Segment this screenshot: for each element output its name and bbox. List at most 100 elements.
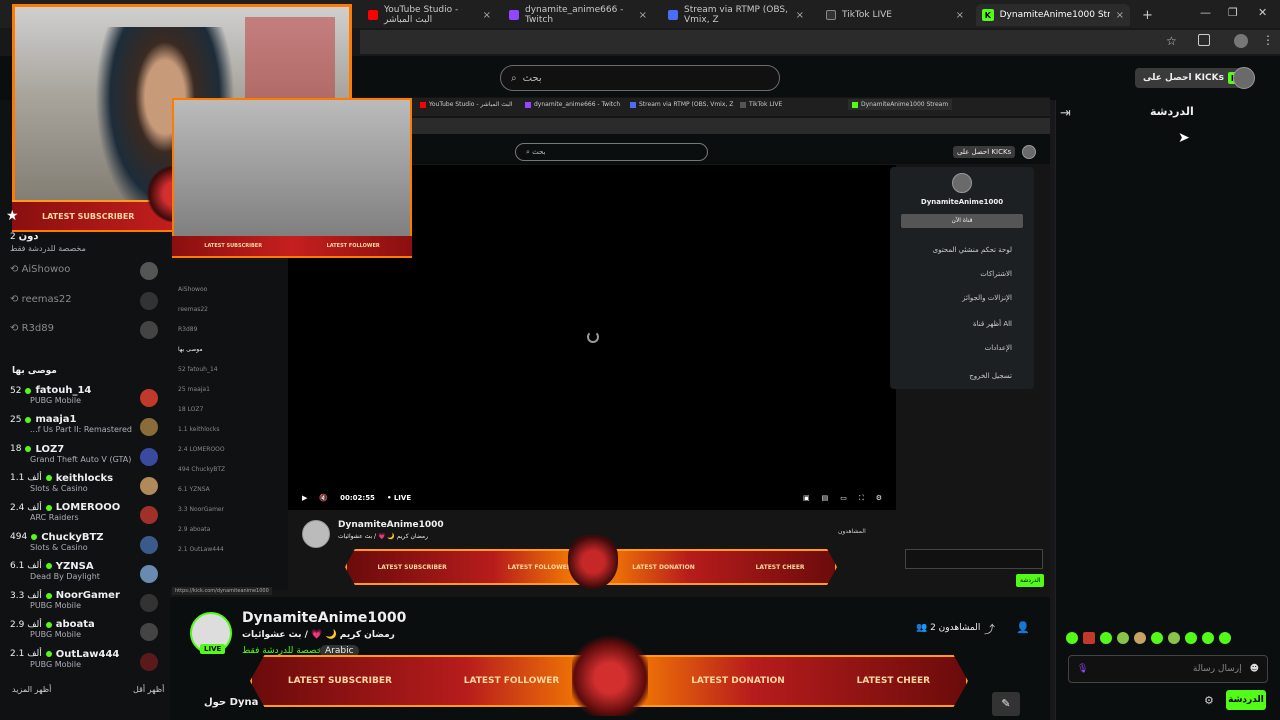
extensions-icon[interactable]: [1198, 34, 1210, 46]
viewer-count: 25: [10, 414, 22, 425]
viewer-count: 3.3 ألف: [10, 590, 42, 601]
channel-name: fatouh_14: [35, 385, 92, 396]
nested-tab: TikTok LIVE: [740, 101, 782, 108]
user-avatar[interactable]: [1233, 67, 1255, 89]
avatar: [140, 292, 158, 310]
nested-menu-item: لوحة تحكم منشئي المحتوى: [932, 246, 1012, 254]
tab-youtube-studio[interactable]: YouTube Studio - البث المباشر ×: [362, 4, 497, 26]
rtmp-icon: [668, 10, 678, 20]
sidebar-item-outlaw444[interactable]: 2.1 ألف OutLaw444 PUBG Mobile: [10, 649, 160, 669]
close-icon[interactable]: ×: [796, 10, 804, 21]
bookmark-star-icon[interactable]: ☆: [1166, 34, 1177, 48]
chat-panel: [1055, 100, 1280, 720]
emote-bar[interactable]: [1066, 632, 1266, 644]
channel-name: aboata: [55, 619, 95, 631]
mic-icon: 🎙: [1077, 664, 1089, 674]
share-icon[interactable]: ⤴: [984, 621, 995, 637]
nested-viewers: المشاهدون: [838, 528, 866, 535]
profile-icon[interactable]: [1234, 34, 1248, 48]
emote-icon: [1134, 632, 1146, 644]
close-icon[interactable]: ×: [483, 10, 491, 21]
tab-twitch[interactable]: dynamite_anime666 - Twitch ×: [503, 4, 653, 26]
stream-category[interactable]: مخصصة للدردشة فقط: [242, 646, 327, 656]
channel-category: ARC Raiders: [30, 513, 79, 523]
sidebar-item-chuckybtz[interactable]: 494 ChuckyBTZ Slots & Casino: [10, 532, 160, 552]
address-bar[interactable]: [360, 30, 1280, 54]
close-icon[interactable]: ×: [1116, 10, 1124, 21]
sidebar-item-top[interactable]: 2 دون مخصصة للدردشة فقط: [10, 231, 86, 255]
play-icon: ▶: [302, 494, 308, 502]
clip-icon: ▣: [802, 494, 810, 502]
sidebar-item-loz7[interactable]: 18 LOZ7 Grand Theft Auto V (GTA): [10, 444, 160, 464]
collapse-chat-icon[interactable]: ⇥: [1060, 106, 1071, 121]
chat-input[interactable]: 🎙 إرسال رسالة ☻: [1068, 655, 1268, 683]
stream-name[interactable]: DynamiteAnime1000: [242, 610, 406, 626]
sidebar-item-noorgamer[interactable]: 3.3 ألف NoorGamer PUBG Mobile: [10, 590, 160, 610]
tab-kick[interactable]: K DynamiteAnime1000 Stream ×: [976, 4, 1130, 26]
channel-name: LOZ7: [35, 443, 65, 455]
twitch-icon: [509, 10, 519, 20]
tab-label: dynamite_anime666 - Twitch: [525, 5, 624, 25]
chat-settings-icon[interactable]: ⚙: [1204, 694, 1214, 707]
viewer-count: 2.9 ألف: [10, 619, 42, 630]
channel-category: PUBG Mobile: [30, 659, 82, 669]
follow-icon[interactable]: 👤: [1016, 621, 1030, 634]
channel-name: NoorGamer: [55, 590, 120, 602]
settings-icon: ⚙: [875, 494, 882, 502]
sidebar-item-aboata[interactable]: 2.9 ألف aboata PUBG Mobile: [10, 619, 160, 639]
viewer-count: 18: [10, 444, 22, 455]
avatar: [140, 535, 158, 554]
viewer-count: 2.4 ألف: [10, 502, 42, 513]
tab-label: TikTok LIVE: [842, 10, 892, 20]
menu-dots-icon[interactable]: ⋮: [1262, 33, 1274, 47]
avatar: [140, 389, 158, 407]
new-tab-button[interactable]: +: [1136, 4, 1156, 26]
get-kicks-button[interactable]: احصل على KICKs K: [1135, 68, 1248, 88]
channel-name: maaja1: [35, 414, 77, 426]
tiktok-icon: [826, 10, 836, 20]
sidebar-item-keithlocks[interactable]: 1.1 ألف keithlocks Slots & Casino: [10, 473, 160, 493]
nested-url-tooltip: https://kick.com/dynamiteanime1000: [172, 587, 272, 595]
channel-category: Grand Theft Auto V (GTA): [30, 454, 132, 464]
viewers-count: 👥 المشاهدون 2: [916, 623, 981, 633]
live-dot: [31, 534, 38, 540]
sidebar-item-r3d89[interactable]: ⟲ R3d89: [10, 323, 54, 334]
emote-icon: [1100, 632, 1112, 644]
channel-category: Slots & Casino: [30, 483, 88, 493]
theater-icon: ▤: [821, 494, 829, 502]
miniplayer-icon: ▭: [840, 494, 847, 502]
search-icon: ⌕: [511, 72, 517, 84]
nested-menu-item: الإعدادات: [984, 344, 1012, 352]
sidebar-item-fatouh_14[interactable]: 52 fatouh_14 PUBG Mobile: [10, 385, 160, 405]
emote-icon: [1117, 632, 1129, 644]
maximize-icon[interactable]: ❐: [1228, 6, 1238, 19]
window-close-icon[interactable]: ✕: [1258, 6, 1267, 19]
nested-time: 00:02:55: [340, 494, 375, 502]
sidebar-item-reemas22[interactable]: ⟲ reemas22: [10, 294, 72, 305]
close-icon[interactable]: ×: [639, 10, 647, 21]
recommended-heading: موصى بها: [12, 366, 57, 376]
live-dot: [45, 475, 52, 482]
tab-label: DynamiteAnime1000 Stream: [999, 10, 1110, 20]
chat-send-button[interactable]: الدردشة: [1226, 690, 1266, 710]
live-dot: [45, 651, 52, 658]
show-more-link[interactable]: أظهر المزيد: [12, 685, 51, 694]
search-input[interactable]: ⌕ بحث: [500, 65, 780, 91]
fullscreen-icon: ⛶: [858, 493, 864, 502]
nested-stream-title: رمضان كريم 🌙 💗 / بث عشوائيات: [338, 533, 429, 540]
edit-icon[interactable]: ✎: [992, 692, 1020, 716]
sidebar-item-lomerooo[interactable]: 2.4 ألف LOMEROOO ARC Raiders: [10, 502, 160, 522]
show-less-link[interactable]: أظهر أقل: [133, 685, 164, 694]
nested-webcam: [172, 98, 412, 258]
sidebar-item-yznsa[interactable]: 6.1 ألف YZNSA Dead By Daylight: [10, 561, 160, 581]
minimize-icon[interactable]: —: [1200, 6, 1211, 19]
sidebar-item-maaja1[interactable]: 25 maaja1 ...f Us Part II: Remastered: [10, 414, 160, 434]
loading-spinner-icon: [587, 331, 599, 343]
get-kicks-label: احصل على KICKs: [1143, 73, 1224, 83]
tab-rtmp[interactable]: Stream via RTMP (OBS, Vmix, Z ×: [662, 4, 810, 26]
tab-tiktok[interactable]: TikTok LIVE ×: [820, 4, 970, 26]
sidebar-item-aishowoo[interactable]: ⟲ AiShowoo: [10, 264, 70, 275]
close-icon[interactable]: ×: [956, 10, 964, 21]
emote-icon: [1066, 632, 1078, 644]
avatar: [140, 476, 158, 495]
